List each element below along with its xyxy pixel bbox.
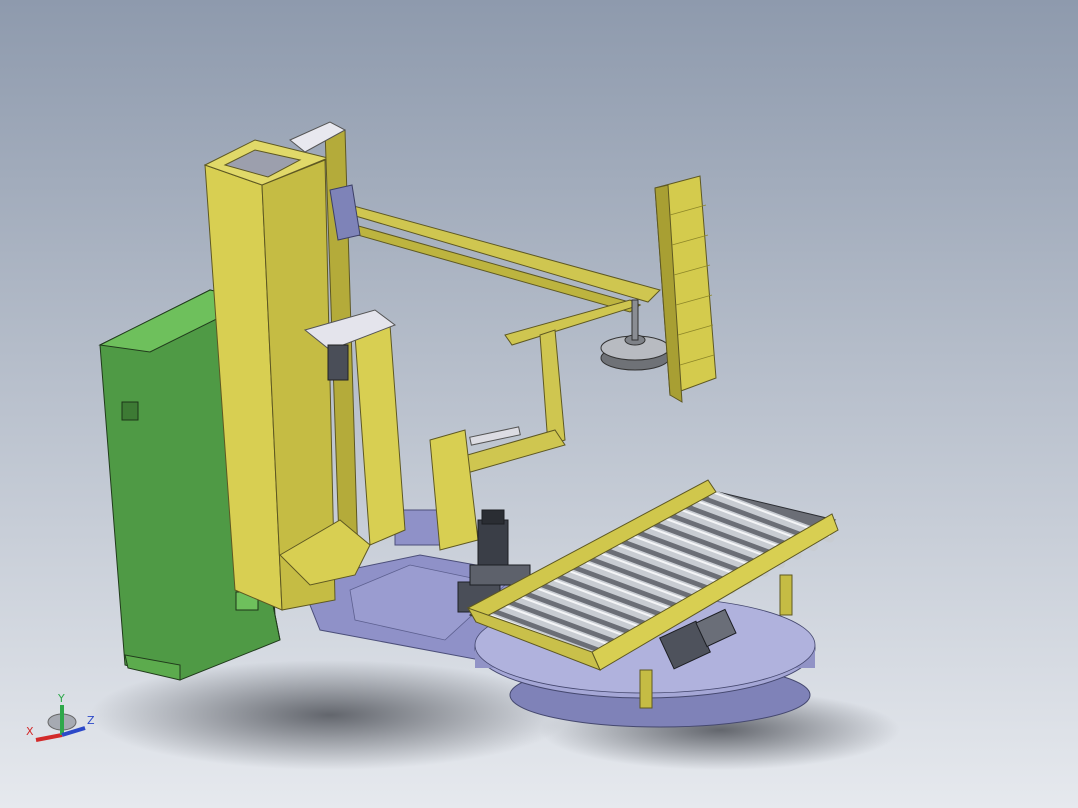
floor-shadow (90, 660, 570, 770)
base-motor-body (477, 519, 509, 569)
cad-3d-viewport[interactable]: X Y Z (0, 0, 1078, 808)
conveyor-leg-right (779, 574, 793, 616)
triad-z-label: Z (87, 714, 95, 727)
model-canvas[interactable]: X Y Z (0, 0, 1078, 808)
press-shaft (631, 299, 639, 341)
cabinet-lock (121, 401, 139, 421)
mid-motor (327, 344, 349, 381)
conveyor-leg-left (639, 669, 653, 709)
triad-x-label: X (26, 725, 34, 738)
triad-y-label: Y (57, 692, 65, 705)
base-motor-fins (481, 509, 505, 525)
